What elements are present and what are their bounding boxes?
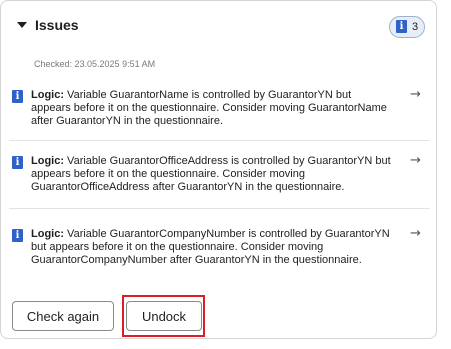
- info-icon: i: [12, 90, 23, 103]
- info-icon: i: [12, 156, 23, 169]
- issue-message: Logic: Variable GuarantorCompanyNumber i…: [31, 228, 393, 267]
- go-to-issue-arrow-icon[interactable]: →: [410, 227, 421, 241]
- issue-description: Variable GuarantorCompanyNumber is contr…: [31, 228, 390, 266]
- info-icon: i: [12, 229, 23, 242]
- go-to-issue-arrow-icon[interactable]: →: [410, 88, 421, 102]
- checked-timestamp: Checked: 23.05.2025 9:51 AM: [34, 59, 156, 69]
- issues-panel: Issues i 3 Checked: 23.05.2025 9:51 AM i…: [0, 0, 437, 339]
- issue-kind: Logic:: [31, 155, 64, 167]
- issue-message: Logic: Variable GuarantorName is control…: [31, 89, 393, 128]
- issues-header: Issues i 3: [1, 1, 436, 45]
- issue-message: Logic: Variable GuarantorOfficeAddress i…: [31, 155, 393, 194]
- panel-title: Issues: [35, 17, 79, 33]
- issue-description: Variable GuarantorName is controlled by …: [31, 89, 387, 127]
- issue-kind: Logic:: [31, 228, 64, 240]
- divider: [9, 208, 430, 209]
- divider: [9, 140, 430, 141]
- issue-count-badge: i 3: [389, 16, 425, 38]
- go-to-issue-arrow-icon[interactable]: →: [410, 154, 421, 168]
- info-icon: i: [396, 20, 407, 33]
- check-again-button[interactable]: Check again: [12, 301, 114, 331]
- issue-count: 3: [412, 21, 419, 33]
- issue-description: Variable GuarantorOfficeAddress is contr…: [31, 155, 391, 193]
- collapse-toggle[interactable]: Issues: [15, 17, 85, 37]
- caret-down-icon: [17, 22, 27, 28]
- issue-kind: Logic:: [31, 89, 64, 101]
- undock-button[interactable]: Undock: [126, 301, 202, 331]
